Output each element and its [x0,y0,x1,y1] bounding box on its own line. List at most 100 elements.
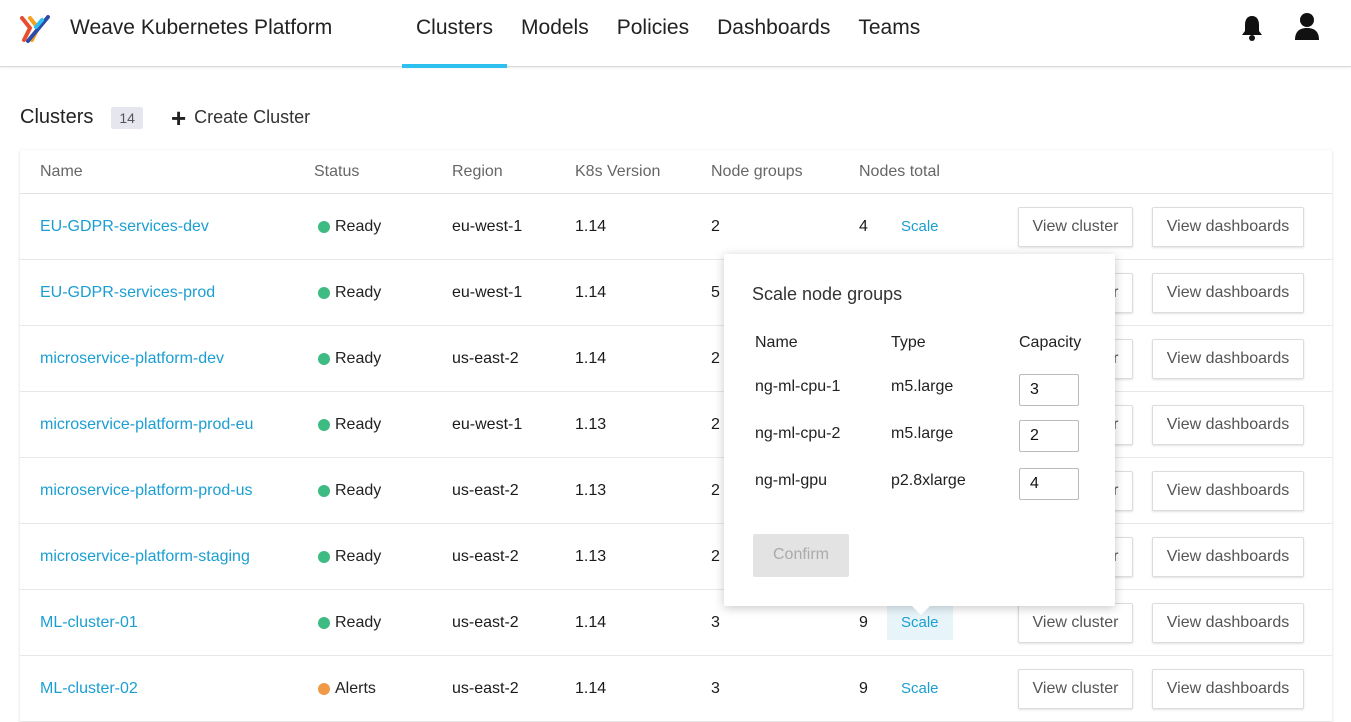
nav-dashboards[interactable]: Dashboards [703,0,844,67]
column-header-region[interactable]: Region [452,163,503,181]
status-cell: Ready [318,284,381,302]
status-cell: Ready [318,416,381,434]
cluster-name-link[interactable]: EU-GDPR-services-dev [40,218,209,236]
table-row: EU-GDPR-services-prod Ready eu-west-1 1.14 5… [20,260,1332,326]
plus-icon: + [170,102,187,133]
k8s-version-cell: 1.14 [575,614,607,631]
scale-link[interactable]: Scale [887,208,953,244]
status-cell: Ready [318,614,381,632]
view-dashboards-button[interactable]: View dashboards [1152,537,1304,577]
column-header-nodes-total[interactable]: Nodes total [859,163,940,181]
cluster-name-link[interactable]: microservice-platform-staging [40,548,250,566]
status-text: Ready [335,548,382,565]
status-text: Ready [335,416,382,433]
view-cluster-button[interactable]: View cluster [1018,207,1133,247]
column-header-name[interactable]: Name [40,163,83,181]
nodes-total-cell: 4 [859,218,868,235]
user-icon[interactable] [1294,12,1320,42]
status-text: Ready [335,284,382,301]
node-groups-cell: 2 [711,416,720,433]
page-title: Clusters [20,106,94,128]
nav-policies[interactable]: Policies [603,0,703,67]
cluster-name-link[interactable]: microservice-platform-prod-eu [40,416,253,434]
scale-link[interactable]: Scale [887,670,953,706]
nodes-total-cell: 9 [859,614,868,631]
status-text: Ready [335,482,382,499]
table-row: microservice-platform-dev Ready us-east-2 1… [20,326,1332,392]
view-dashboards-button[interactable]: View dashboards [1152,405,1304,445]
status-text: Ready [335,218,382,235]
node-group-type: p2.8xlarge [891,472,966,489]
region-cell: us-east-2 [452,350,519,367]
cluster-name-link[interactable]: ML-cluster-02 [40,680,138,698]
k8s-version-cell: 1.13 [575,482,607,499]
node-groups-cell: 3 [711,680,720,697]
status-dot-icon [318,551,330,563]
node-groups-cell: 2 [711,350,720,367]
cluster-name-link[interactable]: EU-GDPR-services-prod [40,284,215,302]
capacity-input-ng-ml-gpu[interactable] [1019,468,1079,500]
capacity-input-ng-ml-cpu-1[interactable] [1019,374,1079,406]
status-dot-icon [318,287,330,299]
popover-header-name: Name [755,334,798,351]
status-cell: Alerts [318,680,376,698]
weave-logo-icon[interactable] [20,14,50,44]
region-cell: eu-west-1 [452,218,523,235]
nav-clusters[interactable]: Clusters [402,0,508,68]
capacity-input-ng-ml-cpu-2[interactable] [1019,420,1079,452]
confirm-button[interactable]: Confirm [753,534,849,577]
k8s-version-cell: 1.14 [575,680,607,697]
view-cluster-button[interactable]: View cluster [1018,669,1133,709]
main-nav: Clusters Models Policies Dashboards Team… [402,0,934,68]
nav-teams[interactable]: Teams [844,0,934,67]
table-header: Name Status Region K8s Version Node grou… [20,150,1332,194]
create-cluster-button[interactable]: + Create Cluster [170,102,311,133]
node-group-name: ng-ml-cpu-2 [755,425,841,442]
status-text: Ready [335,614,382,631]
table-row: microservice-platform-staging Ready us-eas… [20,524,1332,590]
table-body: EU-GDPR-services-dev Ready eu-west-1 1.14 2 4… [20,194,1332,722]
node-groups-cell: 2 [711,218,720,235]
view-dashboards-button[interactable]: View dashboards [1152,339,1304,379]
status-text: Alerts [335,680,376,697]
region-cell: us-east-2 [452,482,519,499]
column-header-node-groups[interactable]: Node groups [711,163,803,181]
status-cell: Ready [318,548,381,566]
region-cell: us-east-2 [452,614,519,631]
popover-title: Scale node groups [752,284,903,304]
cluster-name-link[interactable]: microservice-platform-prod-us [40,482,253,500]
page-heading: Clusters 14 + Create Cluster [20,102,311,133]
view-dashboards-button[interactable]: View dashboards [1152,669,1304,709]
view-cluster-button[interactable]: View cluster [1018,603,1133,643]
node-group-type: m5.large [891,378,954,395]
view-dashboards-button[interactable]: View dashboards [1152,273,1304,313]
node-groups-cell: 2 [711,548,720,565]
nodes-total-cell: 9 [859,680,868,697]
status-dot-icon [318,221,330,233]
cluster-name-link[interactable]: ML-cluster-01 [40,614,138,632]
bell-icon[interactable] [1240,14,1264,42]
cluster-name-link[interactable]: microservice-platform-dev [40,350,224,368]
node-group-type: m5.large [891,425,954,442]
k8s-version-cell: 1.13 [575,416,607,433]
status-dot-icon [318,353,330,365]
status-dot-icon [318,683,330,695]
status-cell: Ready [318,350,381,368]
node-groups-cell: 5 [711,284,720,301]
region-cell: eu-west-1 [452,416,523,433]
table-row: EU-GDPR-services-dev Ready eu-west-1 1.14 2 4… [20,194,1332,260]
table-row: ML-cluster-01 Ready us-east-2 1.14 3 9 Scale Vi… [20,590,1332,656]
create-cluster-label: Create Cluster [194,107,311,127]
k8s-version-cell: 1.14 [575,218,607,235]
clusters-table: Name Status Region K8s Version Node grou… [20,150,1332,722]
cluster-count-badge: 14 [111,106,143,129]
table-row: ML-cluster-02 Alerts us-east-2 1.14 3 9 Scale V… [20,656,1332,722]
status-dot-icon [318,485,330,497]
view-dashboards-button[interactable]: View dashboards [1152,207,1304,247]
column-header-k8s-version[interactable]: K8s Version [575,163,660,181]
view-dashboards-button[interactable]: View dashboards [1152,603,1304,643]
scale-node-groups-popover: Scale node groups Name Type Capacity ng-… [724,254,1115,615]
nav-models[interactable]: Models [507,0,603,67]
view-dashboards-button[interactable]: View dashboards [1152,471,1304,511]
column-header-status[interactable]: Status [314,163,359,181]
